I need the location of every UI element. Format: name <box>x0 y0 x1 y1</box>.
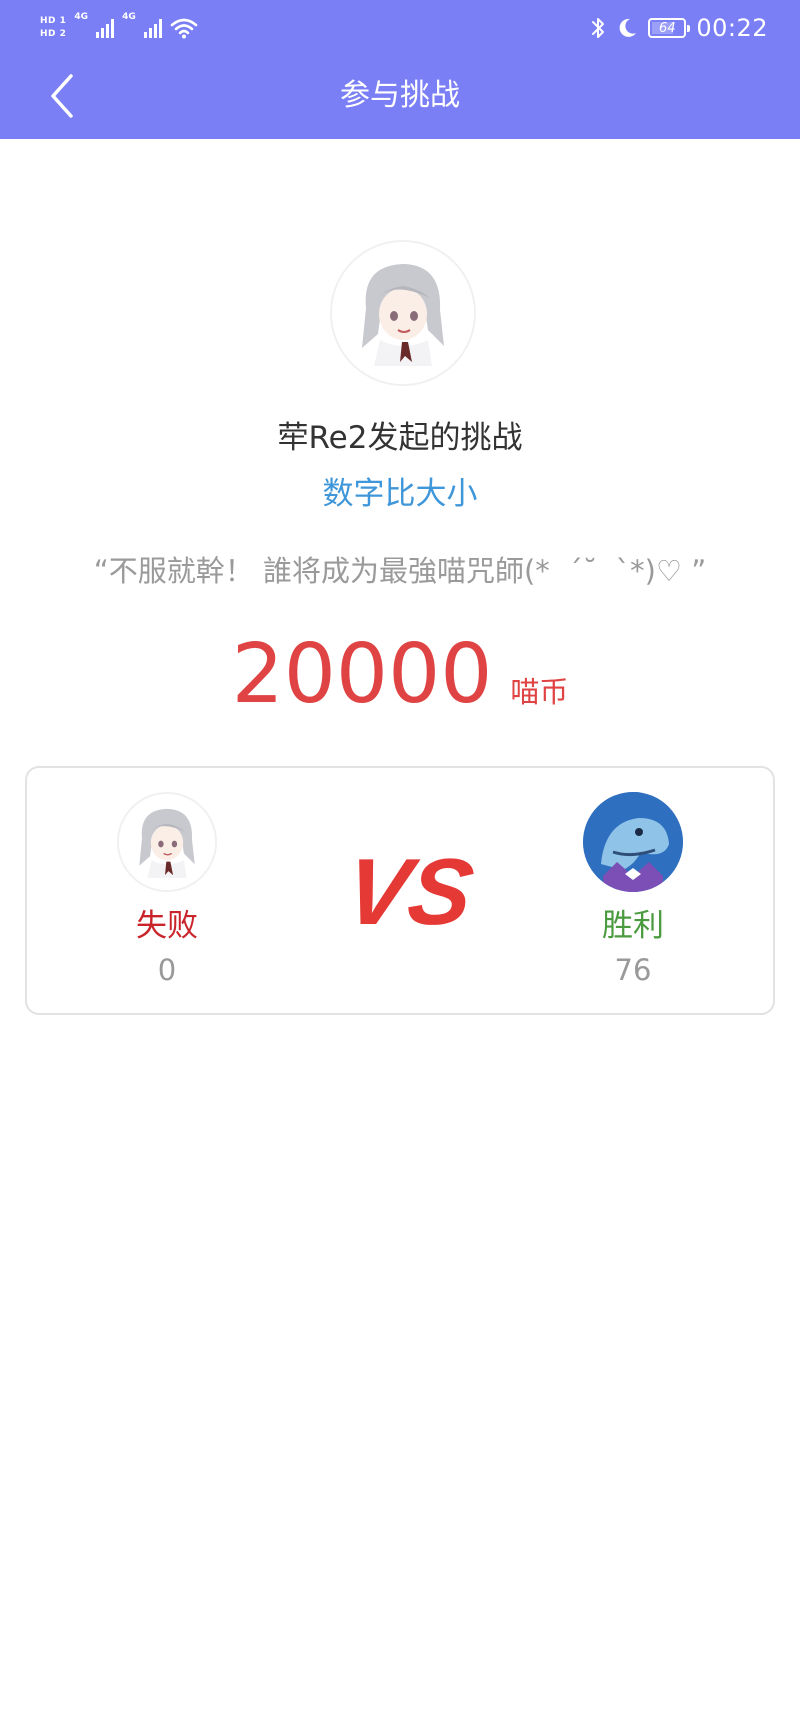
anime-girl-avatar-icon <box>332 242 474 384</box>
signal-icon <box>143 18 162 38</box>
player-left-score: 0 <box>157 953 177 987</box>
prize-currency: 喵币 <box>510 675 569 709</box>
status-clock: 00:22 <box>696 14 768 42</box>
player-right: 胜利 76 <box>563 792 703 990</box>
page-title: 参与挑战 <box>340 78 460 113</box>
battery-icon: 64 <box>648 18 691 38</box>
wifi-icon <box>170 18 198 39</box>
moon-icon <box>619 18 637 37</box>
app-header: HD 1 HD 2 4G 4G 64 00:22 参与挑战 <box>0 0 800 139</box>
battle-result-card: 失败 0 VS 胜利 76 <box>25 766 775 1015</box>
hd-indicators: HD 1 HD 2 <box>40 16 66 40</box>
player-left-avatar[interactable] <box>117 792 217 892</box>
status-bar: HD 1 HD 2 4G 4G 64 00:22 <box>0 0 800 56</box>
player-right-score: 76 <box>614 953 652 987</box>
anime-girl-avatar-icon <box>119 794 215 890</box>
network-type-1: 4G <box>74 12 89 22</box>
game-type-link[interactable]: 数字比大小 <box>0 468 800 513</box>
signal-icon <box>96 18 115 38</box>
host-avatar[interactable] <box>330 240 476 386</box>
prize-amount-row: 20000 喵币 <box>0 630 800 720</box>
prize-amount: 20000 <box>231 627 493 722</box>
status-right: 64 00:22 <box>590 10 768 46</box>
hd1-label: HD 1 <box>40 16 67 26</box>
network-type-2: 4G <box>122 12 136 22</box>
bluetooth-icon <box>592 18 605 38</box>
player-left-result: 失败 <box>136 908 198 944</box>
battery-level: 64 <box>659 20 676 36</box>
player-right-avatar[interactable] <box>583 792 683 892</box>
vs-logo: VS <box>339 839 479 944</box>
dolphin-avatar-icon <box>583 792 683 892</box>
player-right-result: 胜利 <box>602 908 664 944</box>
player-left: 失败 0 <box>97 792 237 990</box>
challenge-slogan: “不服就幹！ 誰将成为最強喵咒師(* ´˘ `*)♡ ” <box>93 554 707 588</box>
vs-text: VS <box>339 839 479 944</box>
hd2-label: HD 2 <box>40 29 67 39</box>
challenger-name: 荦Re2发起的挑战 <box>277 420 523 456</box>
status-left: HD 1 HD 2 4G 4G <box>40 10 198 46</box>
